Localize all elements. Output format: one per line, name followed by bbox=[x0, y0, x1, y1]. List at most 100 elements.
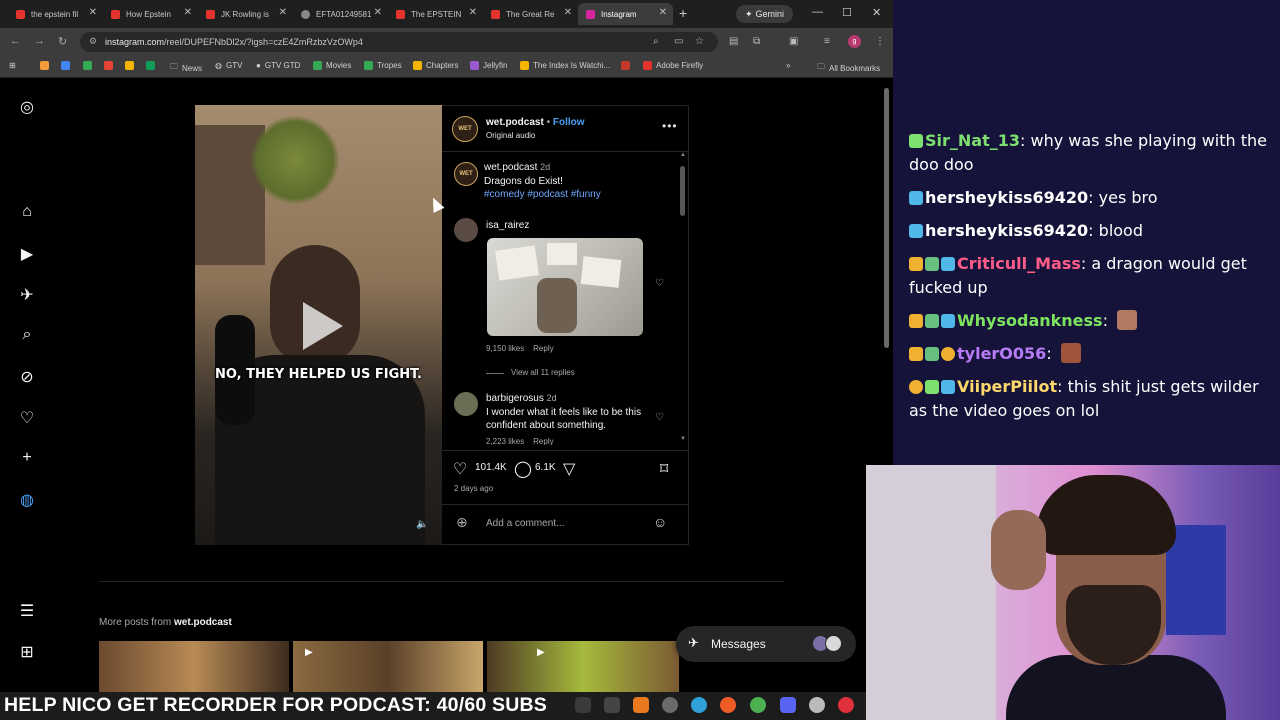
share-icon[interactable]: ▽ bbox=[563, 459, 575, 479]
bookmark-firefly[interactable]: Adobe Firefly bbox=[643, 61, 703, 70]
tab-instagram[interactable]: Instagram ✕ bbox=[578, 3, 673, 25]
comment-username[interactable]: isa_rairez bbox=[486, 220, 529, 231]
bookmark-2[interactable] bbox=[61, 61, 74, 70]
reels-icon[interactable]: ▶ bbox=[17, 244, 37, 264]
gemini-button[interactable]: ✦ Gemini bbox=[736, 5, 793, 23]
site-info-icon[interactable]: ⚙ bbox=[89, 36, 97, 47]
scroll-up-icon[interactable]: ▲ bbox=[680, 152, 686, 158]
post-thumbnail[interactable]: ▶ bbox=[293, 641, 483, 692]
close-icon[interactable]: ✕ bbox=[659, 7, 667, 18]
messages-button[interactable]: ✈ Messages bbox=[676, 626, 856, 662]
home-icon[interactable]: ⌂ bbox=[17, 203, 37, 221]
reply-button[interactable]: Reply bbox=[533, 344, 553, 353]
minimize-icon[interactable]: — bbox=[812, 6, 823, 18]
bookmark-tropes[interactable]: Tropes bbox=[364, 61, 402, 70]
extension-icon[interactable]: ▤ bbox=[729, 36, 738, 47]
more-posts-username[interactable]: wet.podcast bbox=[174, 617, 232, 628]
more-menu-icon[interactable]: ☰ bbox=[17, 601, 37, 621]
create-icon[interactable]: + bbox=[17, 449, 37, 467]
bookmark-6[interactable] bbox=[146, 61, 159, 70]
bookmark-1[interactable] bbox=[40, 61, 53, 70]
tab-4[interactable]: EFTA01249581 ✕ bbox=[293, 3, 388, 25]
new-tab-icon[interactable]: + bbox=[679, 5, 687, 21]
bookmarks-overflow-icon[interactable]: » bbox=[786, 61, 790, 70]
follow-button[interactable]: Follow bbox=[553, 117, 585, 128]
maximize-icon[interactable]: ☐ bbox=[842, 6, 852, 19]
like-icon[interactable]: ♡ bbox=[453, 459, 467, 479]
bookmark-3[interactable] bbox=[83, 61, 96, 70]
zoom-icon[interactable]: ⌕ bbox=[653, 36, 659, 47]
bookmark-jellyfin[interactable]: Jellyfin bbox=[470, 61, 507, 70]
tab-2[interactable]: How Epstein ✕ bbox=[103, 3, 198, 25]
description-hashtags[interactable]: #comedy #podcast #funny bbox=[484, 188, 601, 201]
edge-icon[interactable] bbox=[691, 697, 707, 713]
url-field[interactable]: ⚙ instagram.com/reel/DUPEFNbDl2x/?igsh=c… bbox=[80, 32, 718, 52]
comment-globe-icon[interactable]: ⊕ bbox=[456, 514, 468, 531]
bookmark-gtv-gtd[interactable]: ● GTV GTD bbox=[256, 61, 300, 70]
bookmark-movies[interactable]: Movies bbox=[313, 61, 351, 70]
save-bookmark-icon[interactable]: ⌑ bbox=[660, 459, 668, 479]
bookmark-15[interactable] bbox=[621, 61, 634, 70]
bookmark-5[interactable] bbox=[125, 61, 138, 70]
description-avatar[interactable]: WET bbox=[454, 162, 478, 186]
vlc-icon[interactable] bbox=[633, 697, 649, 713]
puzzle-icon[interactable]: ⧉ bbox=[753, 36, 760, 47]
discord-icon[interactable] bbox=[780, 697, 796, 713]
tab-1[interactable]: the epstein fil ✕ bbox=[8, 3, 103, 25]
post-author-username[interactable]: wet.podcast bbox=[486, 117, 544, 128]
emoji-icon[interactable]: ☺ bbox=[653, 514, 667, 530]
bookmark-news[interactable]: 🗀 News bbox=[170, 61, 202, 75]
reply-button[interactable]: Reply bbox=[533, 437, 553, 445]
bookmark-index[interactable]: The Index Is Watchi... bbox=[520, 61, 610, 70]
comment-icon[interactable]: ◯ bbox=[514, 459, 532, 479]
scrollbar-thumb[interactable] bbox=[884, 88, 889, 348]
comments-scrollbar[interactable]: ▲ ▼ bbox=[680, 152, 686, 446]
taskbar-app-icon[interactable] bbox=[809, 697, 825, 713]
close-icon[interactable]: ✕ bbox=[184, 7, 192, 18]
close-icon[interactable]: ✕ bbox=[374, 7, 382, 18]
taskbar-app-icon[interactable] bbox=[838, 697, 854, 713]
taskbar-app-icon[interactable] bbox=[662, 697, 678, 713]
like-comment-icon[interactable]: ♡ bbox=[655, 278, 664, 289]
post-thumbnail[interactable] bbox=[99, 641, 289, 692]
post-thumbnail[interactable]: ▶ bbox=[487, 641, 679, 692]
all-bookmarks[interactable]: 🗀 All Bookmarks bbox=[817, 61, 880, 75]
more-options-icon[interactable]: ••• bbox=[662, 119, 678, 133]
bookmark-4[interactable] bbox=[104, 61, 117, 70]
also-from-meta-icon[interactable]: ⊞ bbox=[17, 642, 37, 662]
tab-6[interactable]: The Great Re ✕ bbox=[483, 3, 578, 25]
comments-scroll-thumb[interactable] bbox=[680, 166, 685, 216]
commenter-avatar[interactable] bbox=[454, 218, 478, 242]
description-username[interactable]: wet.podcast bbox=[484, 162, 537, 173]
instagram-logo-icon[interactable]: ◎ bbox=[17, 97, 37, 117]
forward-icon[interactable]: → bbox=[34, 35, 45, 47]
bookmark-gtv[interactable]: ◍ GTV bbox=[215, 61, 242, 70]
search-icon[interactable]: ⌕ bbox=[17, 326, 37, 344]
close-icon[interactable]: ✕ bbox=[564, 7, 572, 18]
scroll-down-icon[interactable]: ▼ bbox=[680, 436, 686, 442]
bookmark-star-icon[interactable]: ☆ bbox=[695, 36, 704, 47]
media-icon[interactable]: ≡ bbox=[824, 36, 830, 47]
commenter-avatar[interactable] bbox=[454, 392, 478, 416]
original-audio-link[interactable]: Original audio bbox=[486, 131, 535, 140]
close-icon[interactable]: ✕ bbox=[469, 7, 477, 18]
taskbar-app-icon[interactable] bbox=[575, 697, 591, 713]
close-icon[interactable]: ✕ bbox=[89, 7, 97, 18]
direct-send-icon[interactable]: ✈ bbox=[17, 285, 37, 305]
taskbar-app-icon[interactable] bbox=[604, 697, 620, 713]
profile-avatar[interactable]: g bbox=[848, 35, 861, 48]
meta-icon[interactable]: ◍ bbox=[17, 490, 37, 510]
bookmark-chapters[interactable]: Chapters bbox=[413, 61, 458, 70]
explore-icon[interactable]: ⊘ bbox=[17, 367, 37, 387]
mute-icon[interactable]: 🔈 bbox=[416, 519, 428, 530]
apps-icon[interactable]: ⊞ bbox=[9, 61, 16, 70]
page-scrollbar[interactable] bbox=[883, 80, 891, 370]
add-comment-input[interactable]: Add a comment... bbox=[486, 518, 564, 529]
window-close-icon[interactable]: ✕ bbox=[872, 6, 881, 19]
like-comment-icon[interactable]: ♡ bbox=[655, 412, 664, 423]
chrome-icon[interactable] bbox=[750, 697, 766, 713]
menu-icon[interactable]: ⋮ bbox=[875, 36, 885, 47]
reel-video[interactable]: NO, THEY HELPED US FIGHT. 🔈 bbox=[195, 105, 442, 545]
play-icon[interactable] bbox=[303, 302, 343, 350]
firefox-icon[interactable] bbox=[720, 697, 736, 713]
